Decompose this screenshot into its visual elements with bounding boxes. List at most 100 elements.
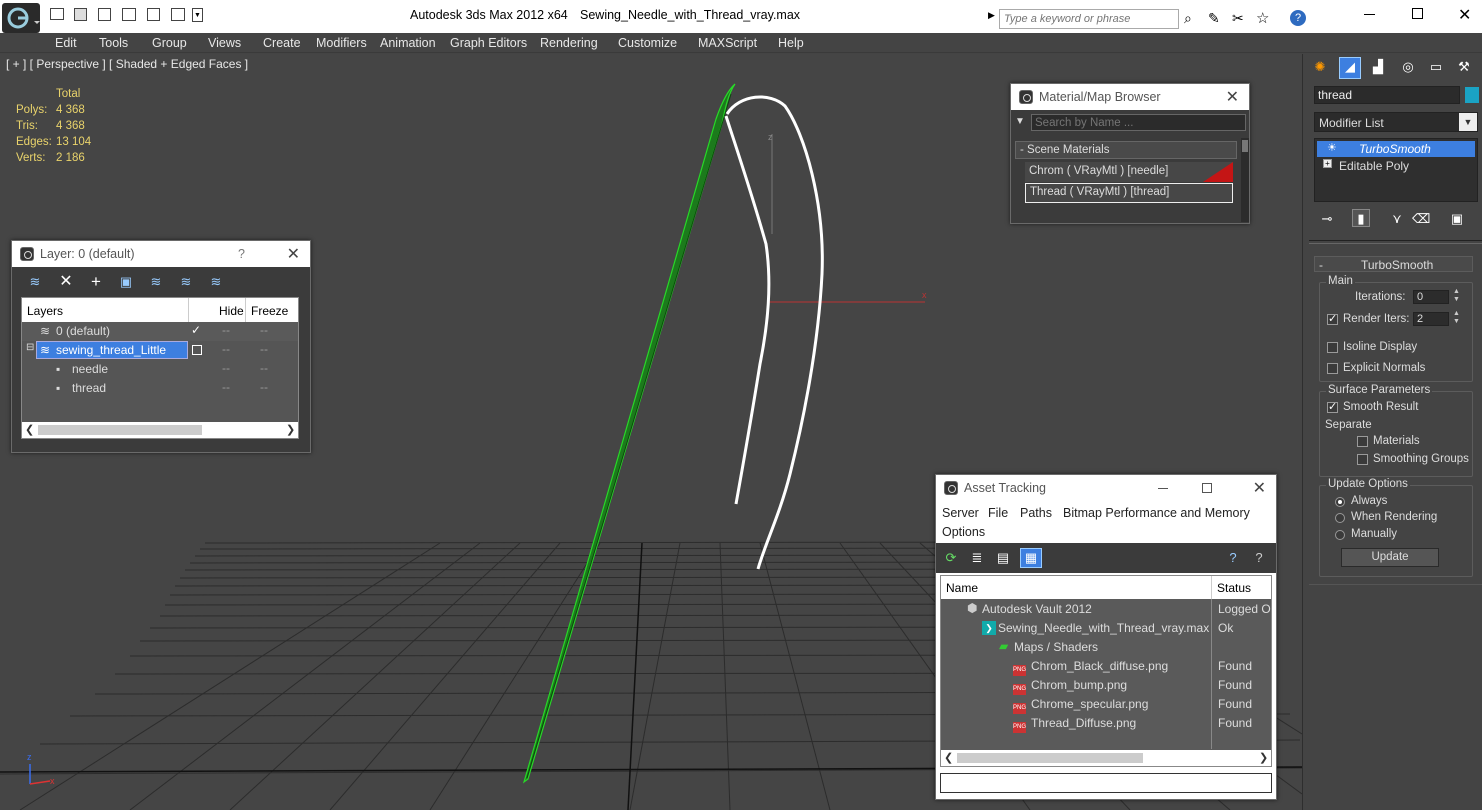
menu-animation[interactable]: Animation	[380, 34, 436, 50]
vault-help-icon[interactable]: ?	[1250, 549, 1268, 567]
asset-row[interactable]: ▰ Maps / Shaders	[941, 638, 1271, 657]
spinner-arrows-icon[interactable]: ▲ ▼	[1453, 288, 1460, 304]
active-box-icon[interactable]	[192, 345, 202, 355]
hierarchy-tab-icon[interactable]: ▟	[1369, 58, 1387, 76]
isoline-display-checkbox[interactable]	[1327, 342, 1338, 353]
col-status[interactable]: Status	[1217, 581, 1251, 595]
asset-row[interactable]: PNG Chrom_Black_diffuse.png Found	[941, 657, 1271, 676]
list-view-icon[interactable]: ≣	[968, 549, 986, 567]
close-icon[interactable]: ✕	[1253, 478, 1266, 498]
material-browser-titlebar[interactable]: Material/Map Browser ✕	[1011, 84, 1249, 110]
scroll-right-icon[interactable]: ❯	[1259, 751, 1268, 764]
asset-row[interactable]: PNG Chrome_specular.png Found	[941, 695, 1271, 714]
remove-modifier-icon[interactable]: ⌫	[1412, 210, 1430, 228]
maximize-icon[interactable]	[1412, 8, 1423, 19]
asset-row[interactable]: PNG Chrom_bump.png Found	[941, 676, 1271, 695]
stack-item-editable-poly[interactable]: + Editable Poly	[1317, 158, 1475, 174]
update-button[interactable]: Update	[1341, 548, 1439, 567]
scroll-thumb[interactable]	[1242, 140, 1248, 152]
close-icon[interactable]: ✕	[287, 244, 300, 264]
expand-icon[interactable]: +	[1323, 159, 1332, 168]
modify-tab-icon[interactable]: ◢	[1339, 57, 1361, 79]
tools-icon[interactable]: ✂	[1232, 10, 1244, 27]
minimize-icon[interactable]	[1364, 14, 1375, 15]
stack-item-turbosmooth[interactable]: ☀ TurboSmooth	[1317, 141, 1475, 157]
lightbulb-icon[interactable]: ☀	[1327, 141, 1337, 154]
table-view-icon[interactable]: ▦	[1020, 548, 1042, 568]
freeze-toggle[interactable]: --	[260, 342, 268, 356]
pin-stack-icon[interactable]: ⊸	[1318, 210, 1336, 228]
scroll-left-icon[interactable]: ❮	[25, 423, 34, 436]
hide-toggle[interactable]: --	[222, 361, 230, 375]
new-icon[interactable]	[98, 8, 111, 21]
close-icon[interactable]: ✕	[1226, 87, 1239, 107]
minimize-icon[interactable]	[1158, 488, 1168, 489]
help-icon[interactable]: ?	[1290, 10, 1306, 26]
menu-options[interactable]: Options	[942, 525, 985, 539]
menu-bitmap-performance[interactable]: Bitmap Performance and Memory	[1063, 506, 1250, 520]
col-layers[interactable]: Layers	[27, 304, 63, 318]
maximize-icon[interactable]	[1202, 483, 1212, 493]
hold-icon[interactable]	[122, 8, 136, 21]
menu-tools[interactable]: Tools	[99, 34, 128, 50]
scene-materials-section[interactable]: - Scene Materials	[1015, 141, 1237, 159]
always-radio[interactable]	[1335, 497, 1345, 507]
hide-toggle[interactable]: --	[222, 323, 230, 337]
wrench-icon[interactable]: ✎	[1208, 10, 1220, 27]
favorites-star-icon[interactable]: ☆	[1256, 9, 1269, 27]
smoothing-groups-checkbox[interactable]	[1357, 454, 1368, 465]
app-logo-icon[interactable]	[2, 3, 40, 33]
utilities-tab-icon[interactable]: ⚒	[1455, 58, 1473, 76]
display-tab-icon[interactable]: ▭	[1427, 58, 1445, 76]
menu-file[interactable]: File	[988, 506, 1008, 520]
turbosmooth-rollout-header[interactable]: - TurboSmooth	[1314, 256, 1473, 272]
menu-edit[interactable]: Edit	[55, 34, 77, 50]
layer-window-titlebar[interactable]: Layer: 0 (default) ? ✕	[12, 241, 310, 267]
close-icon[interactable]: ✕	[1458, 5, 1471, 25]
configure-sets-icon[interactable]: ▣	[1448, 210, 1466, 228]
manually-radio[interactable]	[1335, 530, 1345, 540]
menu-help[interactable]: Help	[778, 34, 804, 50]
select-objects-icon[interactable]: ▣	[117, 273, 135, 291]
help-icon[interactable]: ?	[1224, 549, 1242, 567]
refresh-icon[interactable]: ⟳	[942, 549, 960, 567]
hide-toggle[interactable]: --	[222, 342, 230, 356]
asset-row[interactable]: ❯ Sewing_Needle_with_Thread_vray.max Ok	[941, 619, 1271, 638]
path-field[interactable]	[940, 773, 1272, 793]
viewport-label[interactable]: [ + ] [ Perspective ] [ Shaded + Edged F…	[6, 57, 248, 71]
open-icon[interactable]	[50, 8, 64, 20]
show-end-result-icon[interactable]: ▮	[1352, 209, 1370, 227]
separate-materials-checkbox[interactable]	[1357, 436, 1368, 447]
material-item[interactable]: Chrom ( VRayMtl ) [needle]	[1025, 162, 1233, 182]
col-freeze[interactable]: Freeze	[251, 304, 288, 318]
freeze-toggle[interactable]: --	[260, 380, 268, 394]
freeze-all-icon[interactable]: ≋	[207, 273, 225, 291]
menu-paths[interactable]: Paths	[1020, 506, 1052, 520]
make-unique-icon[interactable]: ⋎	[1388, 210, 1406, 228]
col-hide[interactable]: Hide	[219, 304, 244, 318]
smooth-result-checkbox[interactable]	[1327, 400, 1338, 413]
vertical-scrollbar[interactable]	[1241, 138, 1249, 222]
delete-layer-icon[interactable]: ✕	[57, 273, 75, 291]
binoculars-icon[interactable]: ⌕	[1184, 10, 1192, 27]
menu-rendering[interactable]: Rendering	[540, 34, 598, 50]
window-icon[interactable]	[147, 8, 160, 21]
menu-graph-editors[interactable]: Graph Editors	[450, 34, 527, 50]
layer-row[interactable]: ≋ 0 (default) ✓ -- --	[22, 322, 298, 341]
add-selected-icon[interactable]: +	[87, 273, 105, 291]
menu-create[interactable]: Create	[263, 34, 301, 50]
options-dropdown-icon[interactable]: ▼	[1015, 116, 1025, 127]
object-name-field[interactable]	[1314, 86, 1460, 104]
explicit-normals-checkbox[interactable]	[1327, 363, 1338, 374]
iterations-spinner[interactable]: 0	[1413, 290, 1449, 304]
help-button[interactable]: ?	[238, 247, 245, 261]
col-name[interactable]: Name	[946, 581, 978, 595]
object-color-swatch[interactable]	[1465, 87, 1479, 103]
detail-view-icon[interactable]: ▤	[994, 549, 1012, 567]
layer-row[interactable]: ▪ needle -- --	[22, 360, 298, 379]
when-rendering-radio[interactable]	[1335, 513, 1345, 523]
freeze-toggle[interactable]: --	[260, 361, 268, 375]
active-check-icon[interactable]: ✓	[191, 323, 201, 337]
scroll-thumb[interactable]	[957, 753, 1143, 763]
menu-group[interactable]: Group	[152, 34, 187, 50]
